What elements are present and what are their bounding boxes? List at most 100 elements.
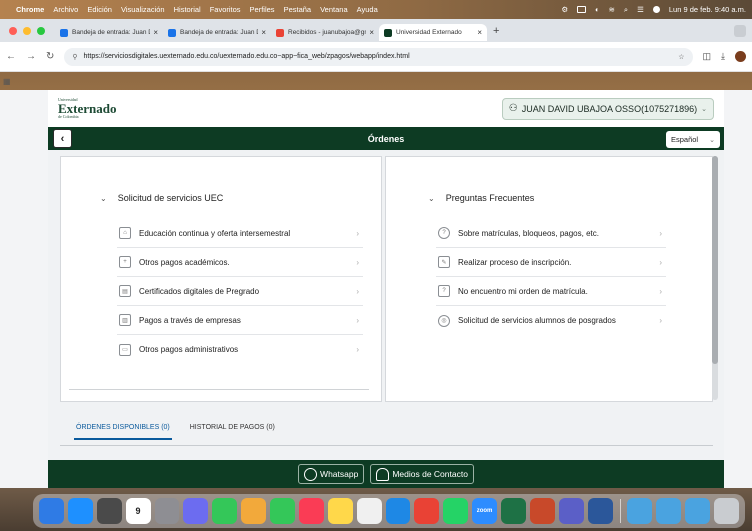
- question-icon: ?: [438, 227, 450, 239]
- back-arrow-icon[interactable]: ←: [6, 51, 16, 62]
- user-menu-button[interactable]: ⚇ JUAN DAVID UBAJOA OSSO(1075271896) ⌄: [501, 97, 714, 120]
- externado-favicon-icon: [384, 28, 392, 37]
- contact-person-icon: [376, 467, 390, 481]
- spotlight-search-icon[interactable]: ⌕: [624, 5, 628, 15]
- reload-icon[interactable]: ↻: [46, 51, 54, 62]
- finder-icon[interactable]: [39, 498, 64, 524]
- menu-visualizacion[interactable]: Visualización: [121, 5, 165, 14]
- services-panel-header[interactable]: ⌄ Solicitud de servicios UEC: [100, 193, 223, 203]
- chevron-down-icon: ⌄: [701, 105, 707, 113]
- extensions-icon[interactable]: ◫: [703, 51, 712, 62]
- tab-title: Universidad Externado: [396, 29, 462, 36]
- faq-panel-header[interactable]: ⌄ Preguntas Frecuentes: [428, 193, 534, 203]
- bookmarks-apps-icon[interactable]: ▦: [3, 77, 11, 86]
- collapse-chevron-icon[interactable]: ⌄: [428, 194, 435, 203]
- wifi-icon[interactable]: ≋: [609, 5, 615, 14]
- zoom-icon[interactable]: zoom: [472, 498, 497, 524]
- profile-avatar[interactable]: [735, 51, 746, 62]
- contacts-icon[interactable]: [183, 498, 209, 524]
- list-item-otros-pagos-administrativos[interactable]: ▭ Otros pagos administrativos ›: [117, 335, 363, 364]
- scrollbar-thumb[interactable]: [712, 156, 718, 364]
- downloads-folder-icon[interactable]: [627, 498, 653, 524]
- menubar-clock[interactable]: Lun 9 de feb. 9:40 a.m.: [669, 5, 746, 14]
- whatsapp-button[interactable]: Whatsapp: [298, 464, 365, 484]
- facetime-icon[interactable]: [212, 498, 238, 524]
- excel-icon[interactable]: [501, 498, 526, 524]
- app-store-icon[interactable]: [67, 498, 93, 524]
- control-center-icon[interactable]: ☰: [637, 5, 644, 14]
- browser-tab[interactable]: Bandeja de entrada: Juan Davi ×: [55, 24, 163, 41]
- collapse-chevron-icon[interactable]: ⌄: [100, 194, 107, 203]
- notes-icon[interactable]: [327, 498, 353, 524]
- photos-icon[interactable]: [241, 498, 266, 524]
- list-item-otros-pagos-academicos[interactable]: + Otros pagos académicos. ›: [117, 248, 363, 277]
- close-window-button[interactable]: [9, 26, 17, 35]
- reminders-icon[interactable]: [356, 498, 382, 524]
- list-item-educacion-continua[interactable]: ⌂ Educación continua y oferta intersemes…: [117, 219, 363, 248]
- screenshot-thumbnail-icon[interactable]: [656, 498, 682, 524]
- language-select[interactable]: Español ⌄: [666, 131, 720, 148]
- close-tab-icon[interactable]: ×: [261, 28, 266, 37]
- list-item-sobre-matriculas[interactable]: ? Sobre matrículas, bloqueos, pagos, etc…: [436, 219, 666, 248]
- menu-ayuda[interactable]: Ayuda: [357, 5, 378, 14]
- list-item-no-encuentro-orden[interactable]: ? No encuentro mi orden de matrícula. ›: [436, 277, 666, 306]
- menu-edicion[interactable]: Edición: [87, 5, 112, 14]
- panel-divider: [69, 389, 369, 390]
- messages-icon[interactable]: [270, 498, 295, 524]
- trash-icon[interactable]: [714, 498, 739, 524]
- teams-icon[interactable]: [558, 498, 584, 524]
- tab-historial-pagos[interactable]: HISTORIAL DE PAGOS (0): [180, 414, 285, 440]
- url-text[interactable]: https://serviciosdigitales.uexternado.ed…: [84, 53, 410, 60]
- orders-tab-bar: ÓRDENES DISPONIBLES (0) HISTORIAL DE PAG…: [60, 414, 713, 440]
- contact-button[interactable]: Medios de Contacto: [370, 464, 474, 484]
- browser-tab[interactable]: Recibidos - juanubajoa@gmail ×: [271, 24, 379, 41]
- externado-logo[interactable]: Universidad Externado de Colombia: [58, 98, 117, 119]
- menu-favoritos[interactable]: Favoritos: [210, 5, 241, 14]
- calendar-icon[interactable]: 9: [125, 498, 151, 524]
- menu-ventana[interactable]: Ventana: [320, 5, 348, 14]
- whatsapp-icon[interactable]: [443, 498, 469, 524]
- tab-label: ÓRDENES DISPONIBLES (0): [76, 423, 170, 431]
- menu-app-name[interactable]: Chrome: [16, 5, 44, 14]
- powerpoint-icon[interactable]: [529, 498, 555, 524]
- bookmark-star-icon[interactable]: ☆: [678, 53, 684, 61]
- site-settings-icon[interactable]: ⚲: [72, 53, 77, 61]
- menu-pestana[interactable]: Pestaña: [284, 5, 312, 14]
- close-tab-icon[interactable]: ×: [477, 28, 482, 37]
- close-tab-icon[interactable]: ×: [153, 28, 158, 37]
- calculator-icon[interactable]: [96, 498, 122, 524]
- download-icon[interactable]: ⤓: [721, 51, 725, 62]
- zoom-window-button[interactable]: [37, 26, 45, 35]
- safari-icon[interactable]: [385, 498, 411, 524]
- status-toggle-icon[interactable]: ◐: [595, 5, 600, 14]
- siri-icon[interactable]: [652, 6, 660, 13]
- word-icon[interactable]: [587, 498, 613, 524]
- page-title-bar: ‹ Órdenes Español ⌄: [48, 127, 724, 150]
- chrome-icon[interactable]: [414, 498, 440, 524]
- status-app-icon[interactable]: ⚙: [561, 5, 568, 14]
- services-panel-title: Solicitud de servicios UEC: [117, 193, 224, 203]
- forward-arrow-icon[interactable]: →: [26, 51, 36, 62]
- address-bar[interactable]: ⚲ https://serviciosdigitales.uexternado.…: [64, 47, 693, 66]
- faq-list: ? Sobre matrículas, bloqueos, pagos, etc…: [436, 219, 666, 335]
- menu-archivo[interactable]: Archivo: [53, 5, 78, 14]
- menu-historial[interactable]: Historial: [174, 5, 201, 14]
- site-header: Universidad Externado de Colombia ⚇ JUAN…: [48, 90, 724, 127]
- tab-search-icon[interactable]: [734, 24, 746, 37]
- browser-tab-active[interactable]: Universidad Externado ×: [379, 24, 487, 41]
- new-tab-button[interactable]: +: [493, 25, 499, 37]
- close-tab-icon[interactable]: ×: [369, 28, 374, 37]
- menu-perfiles[interactable]: Perfiles: [250, 5, 275, 14]
- list-item-servicios-posgrados[interactable]: ◎ Solicitud de servicios alumnos de posg…: [436, 306, 666, 335]
- list-item-certificados[interactable]: ▤ Certificados digitales de Pregrado ›: [117, 277, 363, 306]
- list-item-proceso-inscripcion[interactable]: ✎ Realizar proceso de inscripción. ›: [436, 248, 666, 277]
- back-button[interactable]: ‹: [53, 129, 72, 148]
- status-display-icon[interactable]: [577, 6, 587, 13]
- tab-ordenes-disponibles[interactable]: ÓRDENES DISPONIBLES (0): [66, 414, 180, 440]
- minimize-window-button[interactable]: [23, 26, 31, 35]
- system-settings-icon[interactable]: [154, 498, 180, 524]
- music-icon[interactable]: [298, 498, 324, 524]
- browser-tab[interactable]: Bandeja de entrada: Juan Davi ×: [163, 24, 271, 41]
- list-item-pagos-empresas[interactable]: ▥ Pagos a través de empresas ›: [117, 306, 363, 335]
- window-thumbnail-icon[interactable]: [685, 498, 711, 524]
